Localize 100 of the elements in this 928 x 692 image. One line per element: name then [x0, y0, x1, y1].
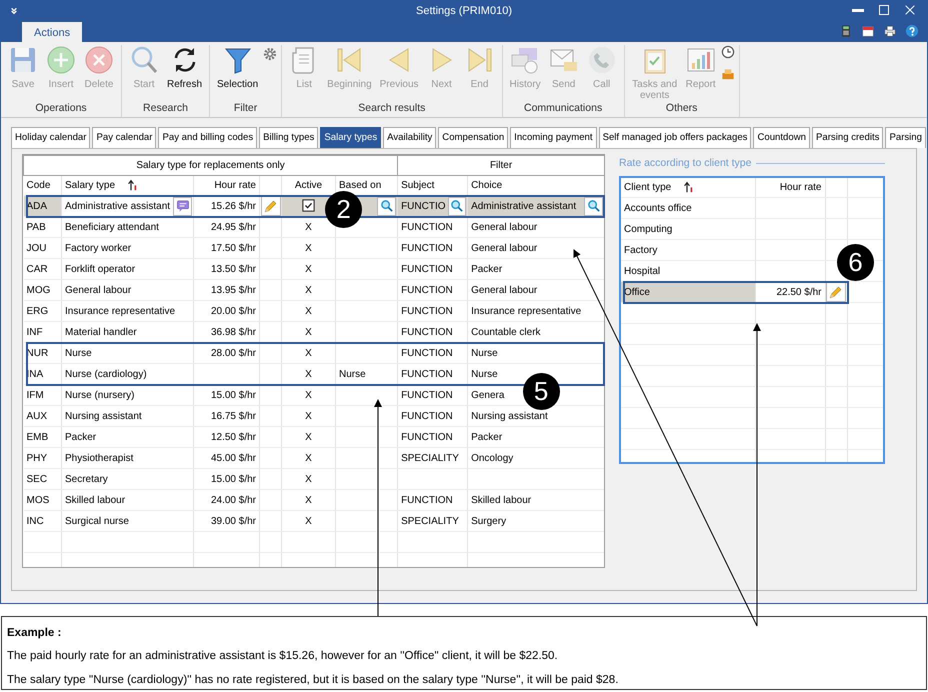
table-cell: X	[305, 494, 312, 506]
table-cell: FUNCTION	[401, 326, 453, 338]
column-header[interactable]: Salary type	[65, 180, 116, 191]
table-cell: FUNCTION	[401, 348, 453, 358]
table-cell-text: FUNCTIO	[401, 200, 446, 214]
table-cell: 22.50 $/hr	[776, 286, 822, 298]
gear-icon[interactable]	[263, 47, 278, 61]
pencil-icon	[828, 284, 843, 300]
search-button[interactable]	[584, 196, 604, 216]
table-cell: General labour	[65, 284, 132, 296]
tab[interactable]: Billing types	[259, 127, 318, 148]
ribbon-tab[interactable]: Actions	[22, 22, 82, 42]
table-cell: General labour	[471, 242, 538, 254]
search-button[interactable]	[448, 196, 466, 216]
table-cell: X	[305, 432, 312, 442]
table-cell: JOU	[26, 242, 46, 254]
minimize-icon	[852, 8, 864, 12]
edit-button[interactable]	[826, 282, 846, 302]
edit-button[interactable]	[260, 196, 280, 216]
table-cell: Nurse	[65, 348, 92, 358]
table-cell: Material handler	[65, 326, 137, 338]
table-cell: 24.00 $/hr	[210, 494, 256, 506]
table-cell: FUNCTION	[401, 494, 453, 506]
refresh-button[interactable]: Refresh	[164, 45, 206, 102]
table-cell: EMB	[26, 432, 48, 442]
column-header[interactable]: Active	[294, 180, 322, 191]
checkbox[interactable]	[302, 199, 315, 212]
table-cell: Nurse	[471, 368, 498, 380]
tab[interactable]: Parsing	[885, 127, 926, 148]
table-cell: SEC	[26, 474, 48, 484]
table-cell: INC	[26, 516, 44, 526]
table-cell: General labour	[471, 222, 538, 232]
table-cell: X	[305, 306, 312, 316]
table-cell: Physiotherapist	[65, 452, 134, 464]
tab[interactable]: Pay calendar	[92, 127, 156, 148]
table-cell: Insurance representative	[65, 306, 176, 316]
table-cell: General labour	[471, 284, 538, 296]
table-cell: 15.00 $/hr	[210, 390, 256, 400]
calendar-icon[interactable]	[861, 24, 875, 38]
close-icon	[905, 5, 915, 15]
window-menu-icon[interactable]	[9, 5, 19, 15]
table-cell: Accounts office	[624, 202, 692, 214]
column-header[interactable]: Hour rate	[780, 182, 822, 193]
tab[interactable]: Pay and billing codes	[158, 127, 258, 148]
table-cell: 12.50 $/hr	[210, 432, 256, 442]
table-cell: X	[305, 348, 312, 358]
pencil-icon	[263, 198, 278, 214]
column-header[interactable]: Client type	[624, 182, 672, 193]
clock-icon[interactable]	[720, 45, 735, 59]
tab[interactable]: Holiday calendar	[11, 127, 90, 148]
tab[interactable]: Salary types	[320, 127, 382, 148]
column-header[interactable]: Subject	[401, 180, 434, 191]
table-cell: AUX	[26, 410, 48, 422]
comment-button[interactable]	[173, 196, 192, 216]
chat-bubbles-icon	[510, 45, 540, 75]
table-cell: FUNCTION	[401, 410, 453, 422]
table-cell: Nurse (cardiology)	[65, 368, 147, 380]
selection-button[interactable]: Selection	[214, 45, 262, 102]
table-cell: Nurse (nursery)	[65, 390, 134, 400]
table-cell: FUNCTION	[401, 432, 453, 442]
window-title: Settings (PRIM010)	[416, 4, 512, 19]
ribbon-group-label: Others	[664, 101, 698, 116]
printer-icon[interactable]	[883, 24, 897, 38]
table-cell: Forklift operator	[65, 264, 136, 274]
column-header[interactable]: Hour rate	[214, 180, 256, 191]
table-cell: 39.00 $/hr	[210, 516, 256, 526]
table-cell: Packer	[471, 264, 502, 274]
table-cell: FUNCTION	[401, 222, 453, 232]
column-header[interactable]: Choice	[471, 180, 502, 191]
save-icon	[8, 45, 38, 75]
speech-bubble-icon	[176, 199, 190, 213]
help-icon[interactable]	[905, 24, 919, 38]
tab[interactable]: Availability	[383, 127, 436, 148]
ribbon-group-label: Search results	[357, 101, 426, 116]
table-cell: X	[305, 264, 312, 274]
tab[interactable]: Self managed job offers packages	[598, 127, 752, 148]
tab[interactable]: Countdown	[753, 127, 810, 148]
table-cell: 45.00 $/hr	[210, 452, 256, 464]
maximize-icon	[879, 5, 889, 15]
table-cell: X	[305, 474, 312, 484]
search-button[interactable]	[377, 196, 396, 216]
table-cell: FUNCTION	[401, 284, 453, 296]
table-cell: 24.95 $/hr	[210, 222, 256, 232]
phone-icon	[586, 45, 617, 75]
table-cell: 20.00 $/hr	[210, 306, 256, 316]
search-icon	[380, 199, 394, 213]
table-cell: X	[305, 410, 312, 422]
table-cell: X	[305, 222, 312, 232]
table-cell: ERG	[26, 306, 48, 316]
table-cell: Skilled labour	[65, 494, 126, 506]
column-header[interactable]: Based on	[339, 180, 382, 191]
tab[interactable]: Compensation	[438, 127, 508, 148]
table-cell: 16.75 $/hr	[210, 410, 256, 422]
table-cell: 13.95 $/hr	[210, 284, 256, 296]
table-cell: Nursing assistant	[471, 410, 548, 422]
column-header[interactable]: Code	[26, 180, 50, 191]
table-cell: Nursing assistant	[65, 410, 142, 422]
table-cell: X	[305, 242, 312, 254]
tab[interactable]: Parsing credits	[812, 127, 884, 148]
tab[interactable]: Incoming payment	[510, 127, 597, 148]
